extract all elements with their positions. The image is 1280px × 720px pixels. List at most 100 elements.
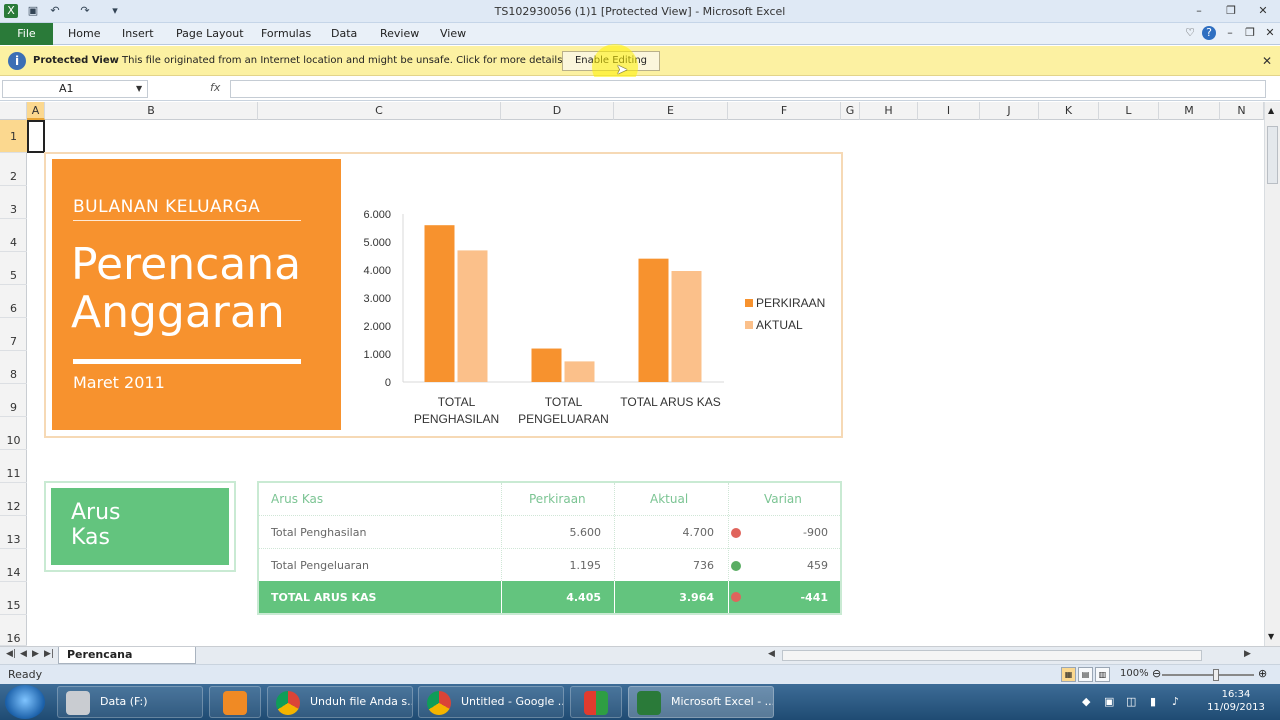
workbook-close-icon[interactable]: ✕ xyxy=(1262,26,1278,39)
row-header[interactable]: 14 xyxy=(0,549,27,582)
row-header[interactable]: 13 xyxy=(0,516,27,549)
formula-input[interactable] xyxy=(230,80,1266,98)
sheet-tab-active[interactable]: Perencana Anggaran xyxy=(58,647,196,677)
help-icon[interactable]: ? xyxy=(1202,26,1216,40)
dashboard-subtitle: BULANAN KELUARGA xyxy=(73,197,261,217)
workbook-minimize-icon[interactable]: – xyxy=(1222,26,1238,39)
volume-icon[interactable]: ♪ xyxy=(1172,695,1179,708)
row-header[interactable]: 5 xyxy=(0,252,27,285)
next-sheet-icon[interactable]: ▶ xyxy=(32,649,39,659)
zoom-slider-thumb[interactable] xyxy=(1213,669,1219,681)
last-sheet-icon[interactable]: ▶| xyxy=(44,649,54,659)
page-break-view-icon[interactable]: ▥ xyxy=(1095,667,1110,682)
row-header[interactable]: 7 xyxy=(0,318,27,351)
taskbar-item-chrome-2[interactable]: Untitled - Google ... xyxy=(418,686,564,718)
protected-view-message[interactable]: This file originated from an Internet lo… xyxy=(122,55,566,66)
total-perkiraan: 4.405 xyxy=(566,591,601,604)
scroll-left-icon[interactable]: ◀ xyxy=(768,649,775,659)
cashflow-card: Arus Kas xyxy=(51,488,229,565)
active-cell-outline[interactable] xyxy=(27,120,45,153)
y-tick-label: 0 xyxy=(385,377,391,389)
name-box[interactable]: A1 xyxy=(2,80,148,98)
row-header[interactable]: 3 xyxy=(0,186,27,219)
vertical-scrollbar[interactable]: ▲ ▼ xyxy=(1264,102,1280,646)
start-button[interactable] xyxy=(5,685,45,719)
prev-sheet-icon[interactable]: ◀ xyxy=(20,649,27,659)
aktual-value: 736 xyxy=(693,559,714,572)
close-icon[interactable]: ✕ xyxy=(1262,54,1272,68)
clock[interactable]: 16:34 11/09/2013 xyxy=(1196,688,1276,714)
column-header[interactable]: D xyxy=(501,102,614,120)
row-header[interactable]: 6 xyxy=(0,285,27,318)
scroll-thumb[interactable] xyxy=(1267,126,1278,184)
protected-view-label: Protected View xyxy=(33,55,119,66)
tab-formulas[interactable]: Formulas xyxy=(261,27,311,40)
first-sheet-icon[interactable]: ◀| xyxy=(6,649,16,659)
budget-bar-chart[interactable]: 0 1.000 2.000 3.000 4.000 5.000 6.000 TOTAL PENG… xyxy=(350,200,840,435)
x-tick-label: PENGELUARAN xyxy=(518,412,609,426)
column-header[interactable]: M xyxy=(1159,102,1220,120)
cashflow-table: Arus Kas Perkiraan Aktual Varian Total P… xyxy=(257,481,842,615)
column-header[interactable]: A xyxy=(27,102,45,120)
tab-data[interactable]: Data xyxy=(331,27,357,40)
normal-view-icon[interactable]: ▦ xyxy=(1061,667,1076,682)
column-header[interactable]: C xyxy=(258,102,501,120)
row-header[interactable]: 1 xyxy=(0,120,27,153)
taskbar-item-excel[interactable]: Microsoft Excel - ... xyxy=(628,686,774,718)
minimize-button[interactable]: – xyxy=(1188,3,1210,19)
restore-button[interactable]: ❐ xyxy=(1220,3,1242,19)
taskbar-item-app[interactable] xyxy=(570,686,622,718)
varian-value: -900 xyxy=(803,526,828,539)
row-header[interactable]: 12 xyxy=(0,483,27,516)
taskbar-item-chrome-1[interactable]: Unduh file Anda s... xyxy=(267,686,413,718)
tab-home[interactable]: Home xyxy=(68,27,100,40)
zoom-out-icon[interactable]: ⊖ xyxy=(1152,667,1161,680)
tab-file[interactable]: File xyxy=(0,23,53,45)
close-window-button[interactable]: ✕ xyxy=(1252,3,1274,19)
zoom-slider[interactable] xyxy=(1162,674,1254,676)
column-header[interactable]: G xyxy=(841,102,860,120)
row-header[interactable]: 15 xyxy=(0,582,27,615)
tab-review[interactable]: Review xyxy=(380,27,419,40)
zoom-in-icon[interactable]: ⊕ xyxy=(1258,667,1267,680)
taskbar-item-explorer[interactable]: Data (F:) xyxy=(57,686,203,718)
column-header[interactable]: J xyxy=(980,102,1039,120)
column-header[interactable]: H xyxy=(860,102,918,120)
column-header[interactable]: B xyxy=(45,102,258,120)
column-header[interactable]: I xyxy=(918,102,980,120)
minimize-ribbon-icon[interactable]: ♡ xyxy=(1182,26,1198,39)
tray-icon[interactable]: ◆ xyxy=(1082,695,1090,708)
column-header[interactable]: E xyxy=(614,102,728,120)
row-header[interactable]: 8 xyxy=(0,351,27,384)
scroll-down-icon[interactable]: ▼ xyxy=(1268,632,1274,641)
column-header[interactable]: L xyxy=(1099,102,1159,120)
chevron-down-icon[interactable]: ▼ xyxy=(136,84,142,93)
insert-function-icon[interactable]: fx xyxy=(210,81,220,94)
select-all-corner[interactable] xyxy=(0,102,27,120)
column-header[interactable]: N xyxy=(1220,102,1264,120)
row-header[interactable]: 9 xyxy=(0,384,27,417)
zoom-level[interactable]: 100% xyxy=(1120,668,1149,679)
column-header[interactable]: K xyxy=(1039,102,1099,120)
tab-page-layout[interactable]: Page Layout xyxy=(176,27,244,40)
row-header[interactable]: 4 xyxy=(0,219,27,252)
row-header[interactable]: 10 xyxy=(0,417,27,450)
tray-icon[interactable]: ◫ xyxy=(1126,695,1136,708)
row-header[interactable]: 2 xyxy=(0,153,27,186)
taskbar-item-media[interactable] xyxy=(209,686,261,718)
y-tick-label: 5.000 xyxy=(363,237,391,249)
row-header[interactable]: 11 xyxy=(0,450,27,483)
tab-insert[interactable]: Insert xyxy=(122,27,154,40)
column-header[interactable]: F xyxy=(728,102,841,120)
scroll-right-icon[interactable]: ▶ xyxy=(1244,649,1251,659)
tab-view[interactable]: View xyxy=(440,27,466,40)
scroll-up-icon[interactable]: ▲ xyxy=(1268,106,1274,115)
tray-icon[interactable]: ▣ xyxy=(1104,695,1114,708)
horizontal-scrollbar[interactable] xyxy=(782,650,1202,661)
network-icon[interactable]: ▮ xyxy=(1150,695,1156,708)
row-header[interactable]: 16 xyxy=(0,615,27,646)
excel-icon xyxy=(637,691,661,715)
workbook-restore-icon[interactable]: ❐ xyxy=(1242,26,1258,39)
total-label: TOTAL ARUS KAS xyxy=(271,591,377,604)
page-layout-view-icon[interactable]: ▤ xyxy=(1078,667,1093,682)
